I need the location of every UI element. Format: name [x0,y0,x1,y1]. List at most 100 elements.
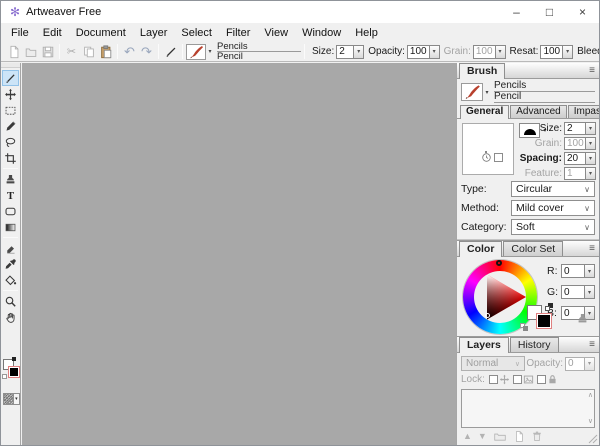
copy-icon [82,45,96,59]
zoom-tool[interactable] [2,293,19,309]
menu-file[interactable]: File [4,25,36,41]
method-select[interactable]: Mild cover∨ [511,200,595,216]
foreground-color-swatch[interactable] [8,366,20,378]
lock-pixels-checkbox[interactable] [513,375,522,384]
move-layer-down-button[interactable]: ▼ [478,432,487,441]
lock-all-checkbox[interactable] [537,375,546,384]
opacity-dropdown[interactable]: ▾ [430,45,440,59]
resat-dropdown[interactable]: ▾ [563,45,573,59]
brush-stroke-button[interactable] [162,43,179,60]
color-set-tab[interactable]: Color Set [503,241,563,256]
open-document-button[interactable] [22,43,39,60]
resize-grip-icon[interactable] [588,434,598,444]
eyedropper-tool[interactable] [2,256,19,272]
type-select[interactable]: Circular∨ [511,181,595,197]
redo-button[interactable]: ↷ [138,43,155,60]
eraser-tool[interactable] [2,240,19,256]
tab-impasto[interactable]: Impasto [568,105,600,118]
brush-preset-thumbnail[interactable] [186,44,206,60]
lock-position-checkbox[interactable] [489,375,498,384]
pattern-swatch[interactable] [3,393,14,405]
hue-marker[interactable] [496,260,502,266]
cut-button[interactable]: ✂ [63,43,80,60]
green-input[interactable]: 0 [561,285,585,299]
paste-button[interactable] [97,43,114,60]
brush-panel-tab[interactable]: Brush [459,63,505,79]
tab-advanced[interactable]: Advanced [510,105,566,118]
opacity-input[interactable]: 100 [407,45,430,59]
brush-panel-preset-thumbnail[interactable] [461,83,483,101]
move-layer-up-button[interactable]: ▲ [463,432,472,441]
layers-panel-menu-icon[interactable]: ≡ [589,340,595,350]
foreground-color-swatch[interactable] [536,313,552,329]
move-tool[interactable] [2,86,19,102]
history-tab[interactable]: History [510,337,559,352]
brush-tool[interactable] [2,70,19,86]
rectangle-select-tool[interactable] [2,102,19,118]
swap-colors-icon[interactable] [12,357,16,361]
panel-spacing-dropdown[interactable]: ▾ [586,152,596,165]
menu-view[interactable]: View [257,25,295,41]
tool-palette-grip[interactable] [1,63,20,68]
save-button[interactable] [39,43,56,60]
clock-icon[interactable] [481,152,492,163]
saturation-value-triangle[interactable] [474,271,526,323]
size-dropdown[interactable]: ▾ [354,45,364,59]
category-select[interactable]: Soft∨ [511,219,595,235]
fill-tool[interactable] [2,272,19,288]
brush-preset-labels[interactable]: Pencils Pencil [217,42,301,62]
undo-button[interactable]: ↶ [121,43,138,60]
hand-tool[interactable] [2,309,19,325]
spacing-checkbox[interactable] [494,153,503,162]
panel-size-input[interactable]: 2 [564,122,586,135]
layers-list[interactable]: ∧ ∨ [461,389,595,428]
tab-general[interactable]: General [460,105,509,119]
magic-wand-tool[interactable] [2,118,19,134]
layer-opacity-input: 0 [565,357,585,371]
menu-filter[interactable]: Filter [219,25,257,41]
gradient-tool[interactable] [2,219,19,235]
green-dropdown[interactable]: ▾ [585,285,595,299]
brush-panel-menu-icon[interactable]: ≡ [589,66,595,76]
default-colors-icon[interactable] [520,323,528,331]
close-button[interactable]: × [566,1,599,23]
clone-stamp-tool[interactable] [2,171,19,187]
new-group-button[interactable] [493,430,507,443]
maximize-button[interactable]: □ [533,1,566,23]
delete-layer-button[interactable] [531,430,543,443]
pattern-dropdown[interactable]: ▾ [14,393,20,405]
shape-tool[interactable] [2,203,19,219]
text-tool[interactable]: T [2,187,19,203]
resat-input[interactable]: 100 [540,45,563,59]
color-tab[interactable]: Color [459,241,502,257]
color-panel-menu-icon[interactable]: ≡ [589,244,595,254]
lasso-tool[interactable] [2,134,19,150]
new-layer-button[interactable] [513,430,525,443]
menu-help[interactable]: Help [348,25,385,41]
menu-edit[interactable]: Edit [36,25,69,41]
scroll-up-icon[interactable]: ∧ [588,392,593,399]
minimize-button[interactable]: – [500,1,533,23]
red-input[interactable]: 0 [561,264,585,278]
default-colors-icon[interactable] [2,374,7,379]
red-dropdown[interactable]: ▾ [585,264,595,278]
menu-window[interactable]: Window [295,25,348,41]
scroll-down-icon[interactable]: ∨ [588,418,593,425]
green-channel-row: G: 0 ▾ [547,285,595,299]
menu-select[interactable]: Select [174,25,219,41]
copy-button[interactable] [80,43,97,60]
panel-spacing-input[interactable]: 20 [564,152,586,165]
layers-tab[interactable]: Layers [459,337,509,353]
panel-size-dropdown[interactable]: ▾ [586,122,596,135]
swap-colors-icon[interactable] [545,303,553,311]
brush-panel-preset-dropdown[interactable]: ▾ [483,84,491,100]
brush-preset-dropdown[interactable]: ▾ [206,44,214,60]
shade-marker[interactable] [485,313,490,318]
crop-tool[interactable] [2,150,19,166]
color-stamp-button[interactable] [576,312,589,328]
menu-layer[interactable]: Layer [133,25,175,41]
new-document-button[interactable] [5,43,22,60]
menu-document[interactable]: Document [69,25,133,41]
layers-buttons: ▲ ▼ [457,428,599,445]
size-input[interactable]: 2 [336,45,354,59]
